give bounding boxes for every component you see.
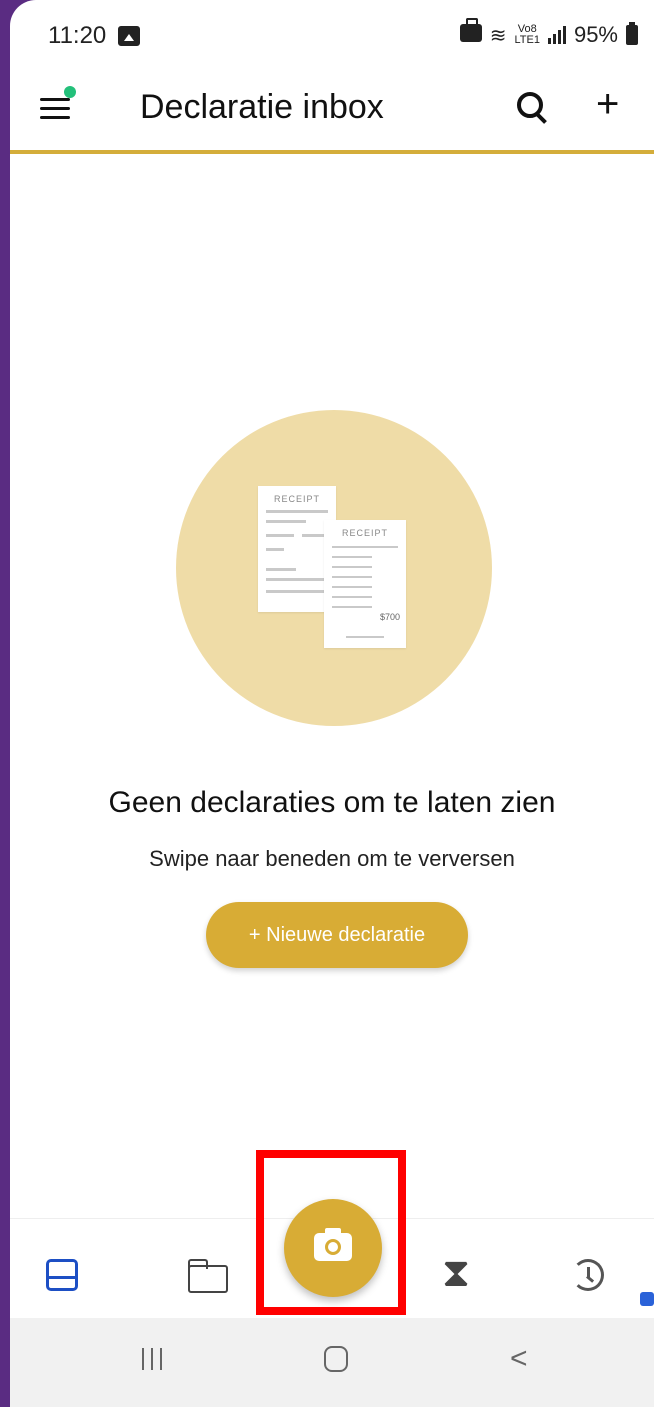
status-bar: 11:20 ≋ Vo8 LTE1 95% — [10, 0, 654, 70]
signal-icon — [547, 26, 566, 44]
camera-icon-lens — [325, 1239, 341, 1255]
inbox-icon[interactable] — [44, 1257, 84, 1297]
wifi-icon: ≋ — [489, 24, 507, 47]
status-right: ≋ Vo8 LTE1 95% — [459, 18, 638, 48]
receipt-amount: $700 — [379, 612, 400, 622]
network-lte: LTE1 — [514, 34, 540, 46]
hourglass-icon[interactable]: ⧗ — [442, 1251, 482, 1295]
receipt-title-back: RECEIPT — [273, 494, 320, 504]
recent-apps-button[interactable] — [142, 1348, 162, 1370]
gallery-notification-icon — [118, 26, 140, 46]
app-bar: Declaratie inbox + — [10, 70, 654, 154]
camera-button[interactable] — [284, 1199, 382, 1297]
notification-dot — [64, 86, 76, 98]
work-badge-icon — [640, 1292, 654, 1306]
page-title: Declaratie inbox — [140, 88, 384, 126]
home-button[interactable] — [324, 1346, 348, 1372]
battery-percentage: 95% — [573, 22, 618, 47]
status-time: 11:20 — [48, 22, 107, 49]
empty-state-title: Geen declaraties om te laten zien — [108, 786, 556, 819]
work-profile-icon — [459, 18, 482, 42]
receipt-front: RECEIPT $700 — [324, 520, 406, 648]
new-declaration-button[interactable]: + Nieuwe declaratie — [206, 902, 468, 968]
system-navigation-bar: < — [10, 1318, 654, 1407]
bottom-navigation: ⧗ — [10, 1199, 654, 1319]
empty-illustration: RECEIPT RECEIPT $700 — [176, 410, 492, 726]
network-type: Vo8 LTE1 — [514, 24, 539, 46]
history-icon[interactable] — [570, 1257, 610, 1297]
menu-button[interactable] — [40, 86, 76, 122]
empty-state-subtitle: Swipe naar beneden om te verversen — [149, 846, 515, 871]
phone-screen: 11:20 ≋ Vo8 LTE1 95% Declaratie inbox + … — [10, 0, 654, 1407]
folder-body — [188, 1265, 228, 1293]
receipt-title-front: RECEIPT — [341, 528, 388, 538]
folder-icon[interactable] — [188, 1257, 228, 1297]
battery-icon — [626, 22, 638, 45]
back-button[interactable]: < — [510, 1342, 528, 1376]
inbox-tray — [46, 1259, 78, 1291]
search-icon-handle — [535, 112, 547, 124]
search-button[interactable] — [515, 90, 555, 130]
add-button[interactable]: + — [596, 84, 619, 124]
